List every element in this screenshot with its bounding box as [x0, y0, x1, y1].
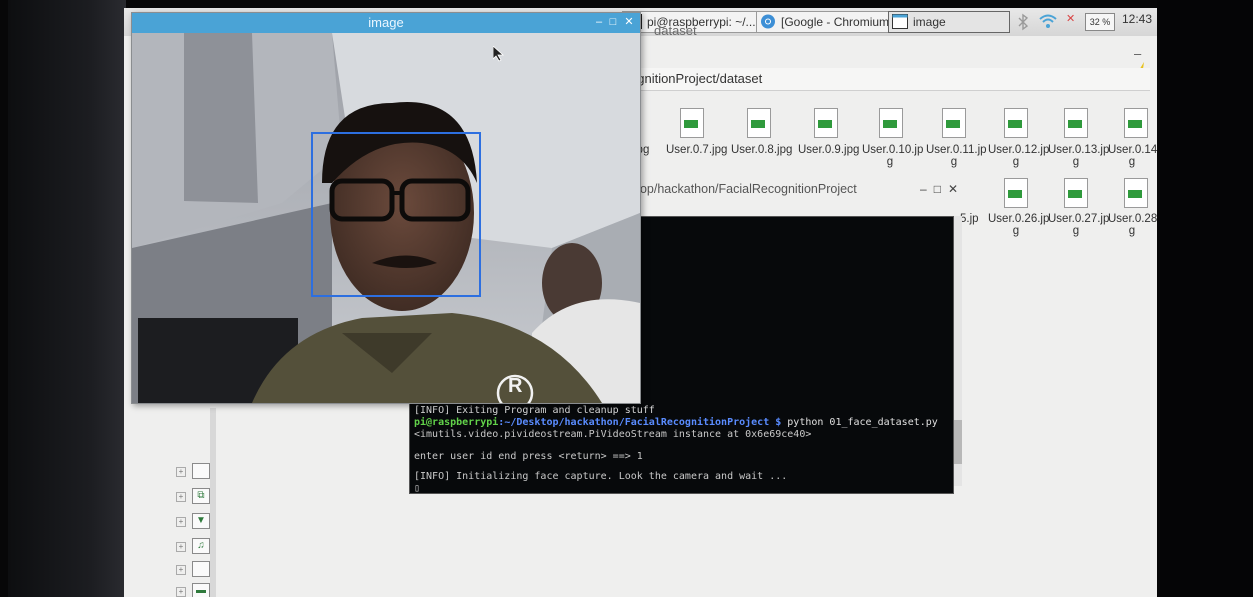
- file-manager-path-bar[interactable]: ognitionProject/dataset: [630, 68, 1150, 91]
- file-label[interactable]: User.0.9.jpg: [798, 144, 859, 156]
- file-manager-path: ognitionProject/dataset: [630, 71, 763, 86]
- tree-expander[interactable]: +: [176, 565, 186, 575]
- image-file-icon[interactable]: [942, 108, 966, 138]
- terminal-line: [INFO] Initializing face capture. Look t…: [414, 471, 788, 482]
- prompt-command: python 01_face_dataset.py: [781, 417, 938, 428]
- terminal-line: [INFO] Exiting Program and cleanup stuff: [414, 405, 655, 416]
- prompt-user: pi@raspberrypi: [414, 417, 499, 428]
- desktop-screen: pi@raspberrypi: ~/... [Google - Chromium…: [124, 8, 1157, 597]
- image-file-icon[interactable]: [1124, 178, 1148, 208]
- terminal-window-controls: –□✕: [920, 182, 965, 196]
- wifi-icon[interactable]: [1038, 12, 1058, 30]
- image-file-icon[interactable]: [879, 108, 903, 138]
- terminal-title: sktop/hackathon/FacialRecognitionProject: [624, 182, 857, 196]
- monitor-bezel-right: [1157, 0, 1253, 597]
- image-window-maximize-button[interactable]: □: [606, 15, 620, 29]
- taskbar-chromium-button[interactable]: [Google - Chromium]: [756, 11, 910, 33]
- folder-icon: [192, 463, 210, 479]
- file-label[interactable]: User.0.12.jp g: [988, 144, 1049, 168]
- tree-expander[interactable]: +: [176, 517, 186, 527]
- documents-icon: ⧉: [192, 488, 210, 504]
- terminal-minimize-button[interactable]: –: [920, 182, 934, 196]
- file-manager-minimize-icon[interactable]: –: [1134, 46, 1141, 61]
- file-label[interactable]: User.0.7.jpg: [666, 144, 727, 156]
- file-manager-title: dataset: [654, 23, 697, 38]
- downloads-icon: ▼: [192, 513, 210, 529]
- terminal-cursor: ▯: [414, 483, 421, 494]
- image-window: image – □ ✕ R: [131, 12, 641, 404]
- file-label[interactable]: User.0.10.jp g: [862, 144, 923, 168]
- file-label[interactable]: User.0.13.jp g: [1048, 144, 1109, 168]
- image-file-icon[interactable]: [1004, 178, 1028, 208]
- tree-item[interactable]: + ♫: [176, 538, 216, 556]
- music-icon: ♫: [192, 538, 210, 554]
- tree-expander[interactable]: +: [176, 492, 186, 502]
- tree-item[interactable]: + ⧉: [176, 488, 216, 506]
- image-file-icon[interactable]: [1064, 178, 1088, 208]
- image-file-icon[interactable]: [814, 108, 838, 138]
- terminal-line: <imutils.video.pivideostream.PiVideoStre…: [414, 429, 812, 440]
- watermark-logo: R: [508, 375, 523, 397]
- mouse-pointer-icon: [493, 46, 505, 62]
- tree-expander[interactable]: +: [176, 467, 186, 477]
- taskbar-image-label: image: [913, 15, 946, 29]
- file-label[interactable]: User.0.11.jp g: [926, 144, 987, 168]
- window-icon: [892, 14, 908, 29]
- taskbar-chromium-label: [Google - Chromium]: [781, 15, 893, 29]
- image-window-titlebar[interactable]: image – □ ✕: [132, 13, 640, 33]
- folder-icon: [192, 561, 210, 577]
- image-window-minimize-button[interactable]: –: [592, 15, 606, 29]
- image-file-icon[interactable]: [1004, 108, 1028, 138]
- bluetooth-icon[interactable]: [1017, 13, 1029, 31]
- file-label[interactable]: User.0.8.jpg: [731, 144, 792, 156]
- taskbar-image-button[interactable]: image: [888, 11, 1010, 33]
- file-label[interactable]: User.0.28.j g: [1108, 213, 1157, 237]
- terminal-close-button[interactable]: ✕: [948, 182, 965, 196]
- monitor-bezel-left: [8, 0, 126, 597]
- volume-muted-icon[interactable]: ✕: [1066, 12, 1075, 25]
- pictures-icon: ▬: [192, 583, 210, 597]
- battery-indicator[interactable]: 32 %: [1085, 13, 1115, 31]
- file-label[interactable]: User.0.26.jp g: [988, 213, 1049, 237]
- clock[interactable]: 12:43: [1122, 12, 1152, 26]
- image-window-title: image: [368, 15, 404, 30]
- camera-feed-image: [132, 33, 640, 403]
- tree-expander[interactable]: +: [176, 587, 186, 597]
- image-file-icon[interactable]: [1124, 108, 1148, 138]
- terminal-maximize-button[interactable]: □: [934, 182, 948, 196]
- tree-expander[interactable]: +: [176, 542, 186, 552]
- monitor-photo: pi@raspberrypi: ~/... [Google - Chromium…: [0, 0, 1253, 597]
- file-label[interactable]: User.0.14.j g: [1108, 144, 1157, 168]
- image-file-icon[interactable]: [747, 108, 771, 138]
- terminal-prompt-line: pi@raspberrypi:~/Desktop/hackathon/Facia…: [414, 417, 938, 428]
- tree-item[interactable]: + ▼: [176, 513, 216, 531]
- image-file-icon[interactable]: [680, 108, 704, 138]
- image-window-close-button[interactable]: ✕: [622, 15, 636, 29]
- tree-item[interactable]: +: [176, 561, 216, 579]
- prompt-path: :~/Desktop/hackathon/FacialRecognitionPr…: [498, 417, 782, 428]
- image-file-icon[interactable]: [1064, 108, 1088, 138]
- chromium-icon: [761, 14, 775, 29]
- file-label[interactable]: User.0.27.jp g: [1048, 213, 1109, 237]
- file-label[interactable]: 5.jp: [960, 213, 979, 225]
- tree-item[interactable]: + ▬: [176, 583, 216, 597]
- tree-item[interactable]: +: [176, 463, 216, 481]
- battery-percent: 32 %: [1089, 17, 1111, 27]
- terminal-scrollbar-thumb[interactable]: [954, 420, 962, 464]
- taskbar-terminal-button[interactable]: pi@raspberrypi: ~/...: [622, 11, 772, 33]
- terminal-line: enter user id end press <return> ==> 1: [414, 451, 643, 462]
